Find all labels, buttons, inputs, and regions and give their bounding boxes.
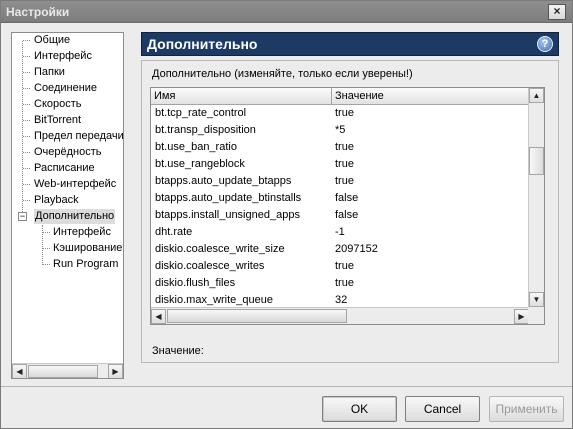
setting-value: false <box>335 192 359 204</box>
scroll-up-icon[interactable]: ▲ <box>529 88 544 103</box>
close-button[interactable]: × <box>548 4 566 20</box>
setting-value: true <box>335 141 354 153</box>
scroll-left-icon[interactable]: ◀ <box>12 364 27 378</box>
tree-horizontal-scrollbar[interactable]: ◀ ▶ <box>12 363 123 378</box>
list-horizontal-scrollbar[interactable]: ◀ ▶ <box>151 307 529 324</box>
cancel-button[interactable]: Cancel <box>405 396 480 422</box>
title-bar[interactable]: Настройки × <box>1 1 572 23</box>
group-title: Дополнительно (изменяйте, только если ув… <box>152 68 413 80</box>
setting-value: true <box>335 277 354 289</box>
divider <box>1 386 572 387</box>
table-row[interactable]: btapps.install_unsigned_apps false <box>151 207 529 224</box>
table-row[interactable]: bt.tcp_rate_control true <box>151 105 529 122</box>
setting-name: diskio.flush_files <box>155 277 236 289</box>
table-row[interactable]: diskio.coalesce_writes true <box>151 258 529 275</box>
settings-tree: Общие Интерфейс Папки Соединение Скорост… <box>11 32 124 379</box>
table-row[interactable]: bt.use_ban_ratio true <box>151 139 529 156</box>
scroll-corner <box>528 307 544 324</box>
setting-name: diskio.coalesce_writes <box>155 260 265 272</box>
setting-value: false <box>335 209 359 221</box>
setting-value: true <box>335 175 354 187</box>
table-row[interactable]: bt.transp_disposition *5 <box>151 122 529 139</box>
setting-name: bt.tcp_rate_control <box>155 107 247 119</box>
table-row[interactable]: btapps.auto_update_btinstalls false <box>151 190 529 207</box>
setting-name: bt.transp_disposition <box>155 124 256 136</box>
value-label: Значение: <box>152 345 204 357</box>
setting-value: true <box>335 158 354 170</box>
page-title: Дополнительно <box>147 36 258 52</box>
setting-value: 2097152 <box>335 243 378 255</box>
scroll-down-icon[interactable]: ▼ <box>529 292 544 307</box>
setting-name: bt.use_rangeblock <box>155 158 245 170</box>
table-row[interactable]: bt.use_rangeblock true <box>151 156 529 173</box>
scroll-right-icon[interactable]: ▶ <box>514 309 529 324</box>
setting-name: btapps.auto_update_btinstalls <box>155 192 302 204</box>
table-row[interactable]: dht.rate -1 <box>151 224 529 241</box>
setting-value: -1 <box>335 226 345 238</box>
setting-value: 32 <box>335 294 348 306</box>
collapse-icon[interactable]: − <box>18 212 27 221</box>
panel-header: Дополнительно ? <box>141 32 559 56</box>
scroll-left-icon[interactable]: ◀ <box>151 309 166 324</box>
setting-name: btapps.auto_update_btapps <box>155 175 292 187</box>
tree-guide-line <box>22 41 23 218</box>
setting-name: bt.use_ban_ratio <box>155 141 237 153</box>
setting-name: diskio.coalesce_write_size <box>155 243 285 255</box>
ok-button[interactable]: OK <box>322 396 397 422</box>
list-hscroll-thumb[interactable] <box>167 309 347 323</box>
tree-guide-line <box>42 225 43 265</box>
setting-value: true <box>335 107 354 119</box>
table-row[interactable]: btapps.auto_update_btapps true <box>151 173 529 190</box>
table-row[interactable]: diskio.max_write_queue 32 <box>151 292 529 308</box>
settings-window: Настройки × Общие Интерфейс Папки Соедин… <box>0 0 573 429</box>
window-title: Настройки <box>6 5 70 19</box>
list-header: Имя Значение <box>151 88 529 105</box>
column-header-value[interactable]: Значение <box>332 88 529 105</box>
advanced-settings-list: Имя Значение bt.tcp_rate_control true bt.t… <box>150 87 545 325</box>
column-header-name[interactable]: Имя <box>151 88 332 105</box>
help-icon[interactable]: ? <box>537 36 553 52</box>
scroll-right-icon[interactable]: ▶ <box>108 364 123 378</box>
setting-value: *5 <box>335 124 346 136</box>
list-rows: bt.tcp_rate_control true bt.transp_disposi… <box>151 105 529 308</box>
setting-name: dht.rate <box>155 226 193 238</box>
setting-value: true <box>335 260 354 272</box>
tree-scroll-thumb[interactable] <box>28 365 98 378</box>
list-scroll-thumb[interactable] <box>529 147 544 175</box>
list-vertical-scrollbar[interactable]: ▲ ▼ <box>528 88 544 307</box>
advanced-groupbox: Дополнительно (изменяйте, только если ув… <box>141 60 559 363</box>
tree-item-advanced[interactable]: − Дополнительно <box>12 209 122 224</box>
setting-name: diskio.max_write_queue <box>155 294 274 306</box>
table-row[interactable]: diskio.coalesce_write_size 2097152 <box>151 241 529 258</box>
table-row[interactable]: diskio.flush_files true <box>151 275 529 292</box>
apply-button[interactable]: Применить <box>489 396 564 422</box>
setting-name: btapps.install_unsigned_apps <box>155 209 300 221</box>
